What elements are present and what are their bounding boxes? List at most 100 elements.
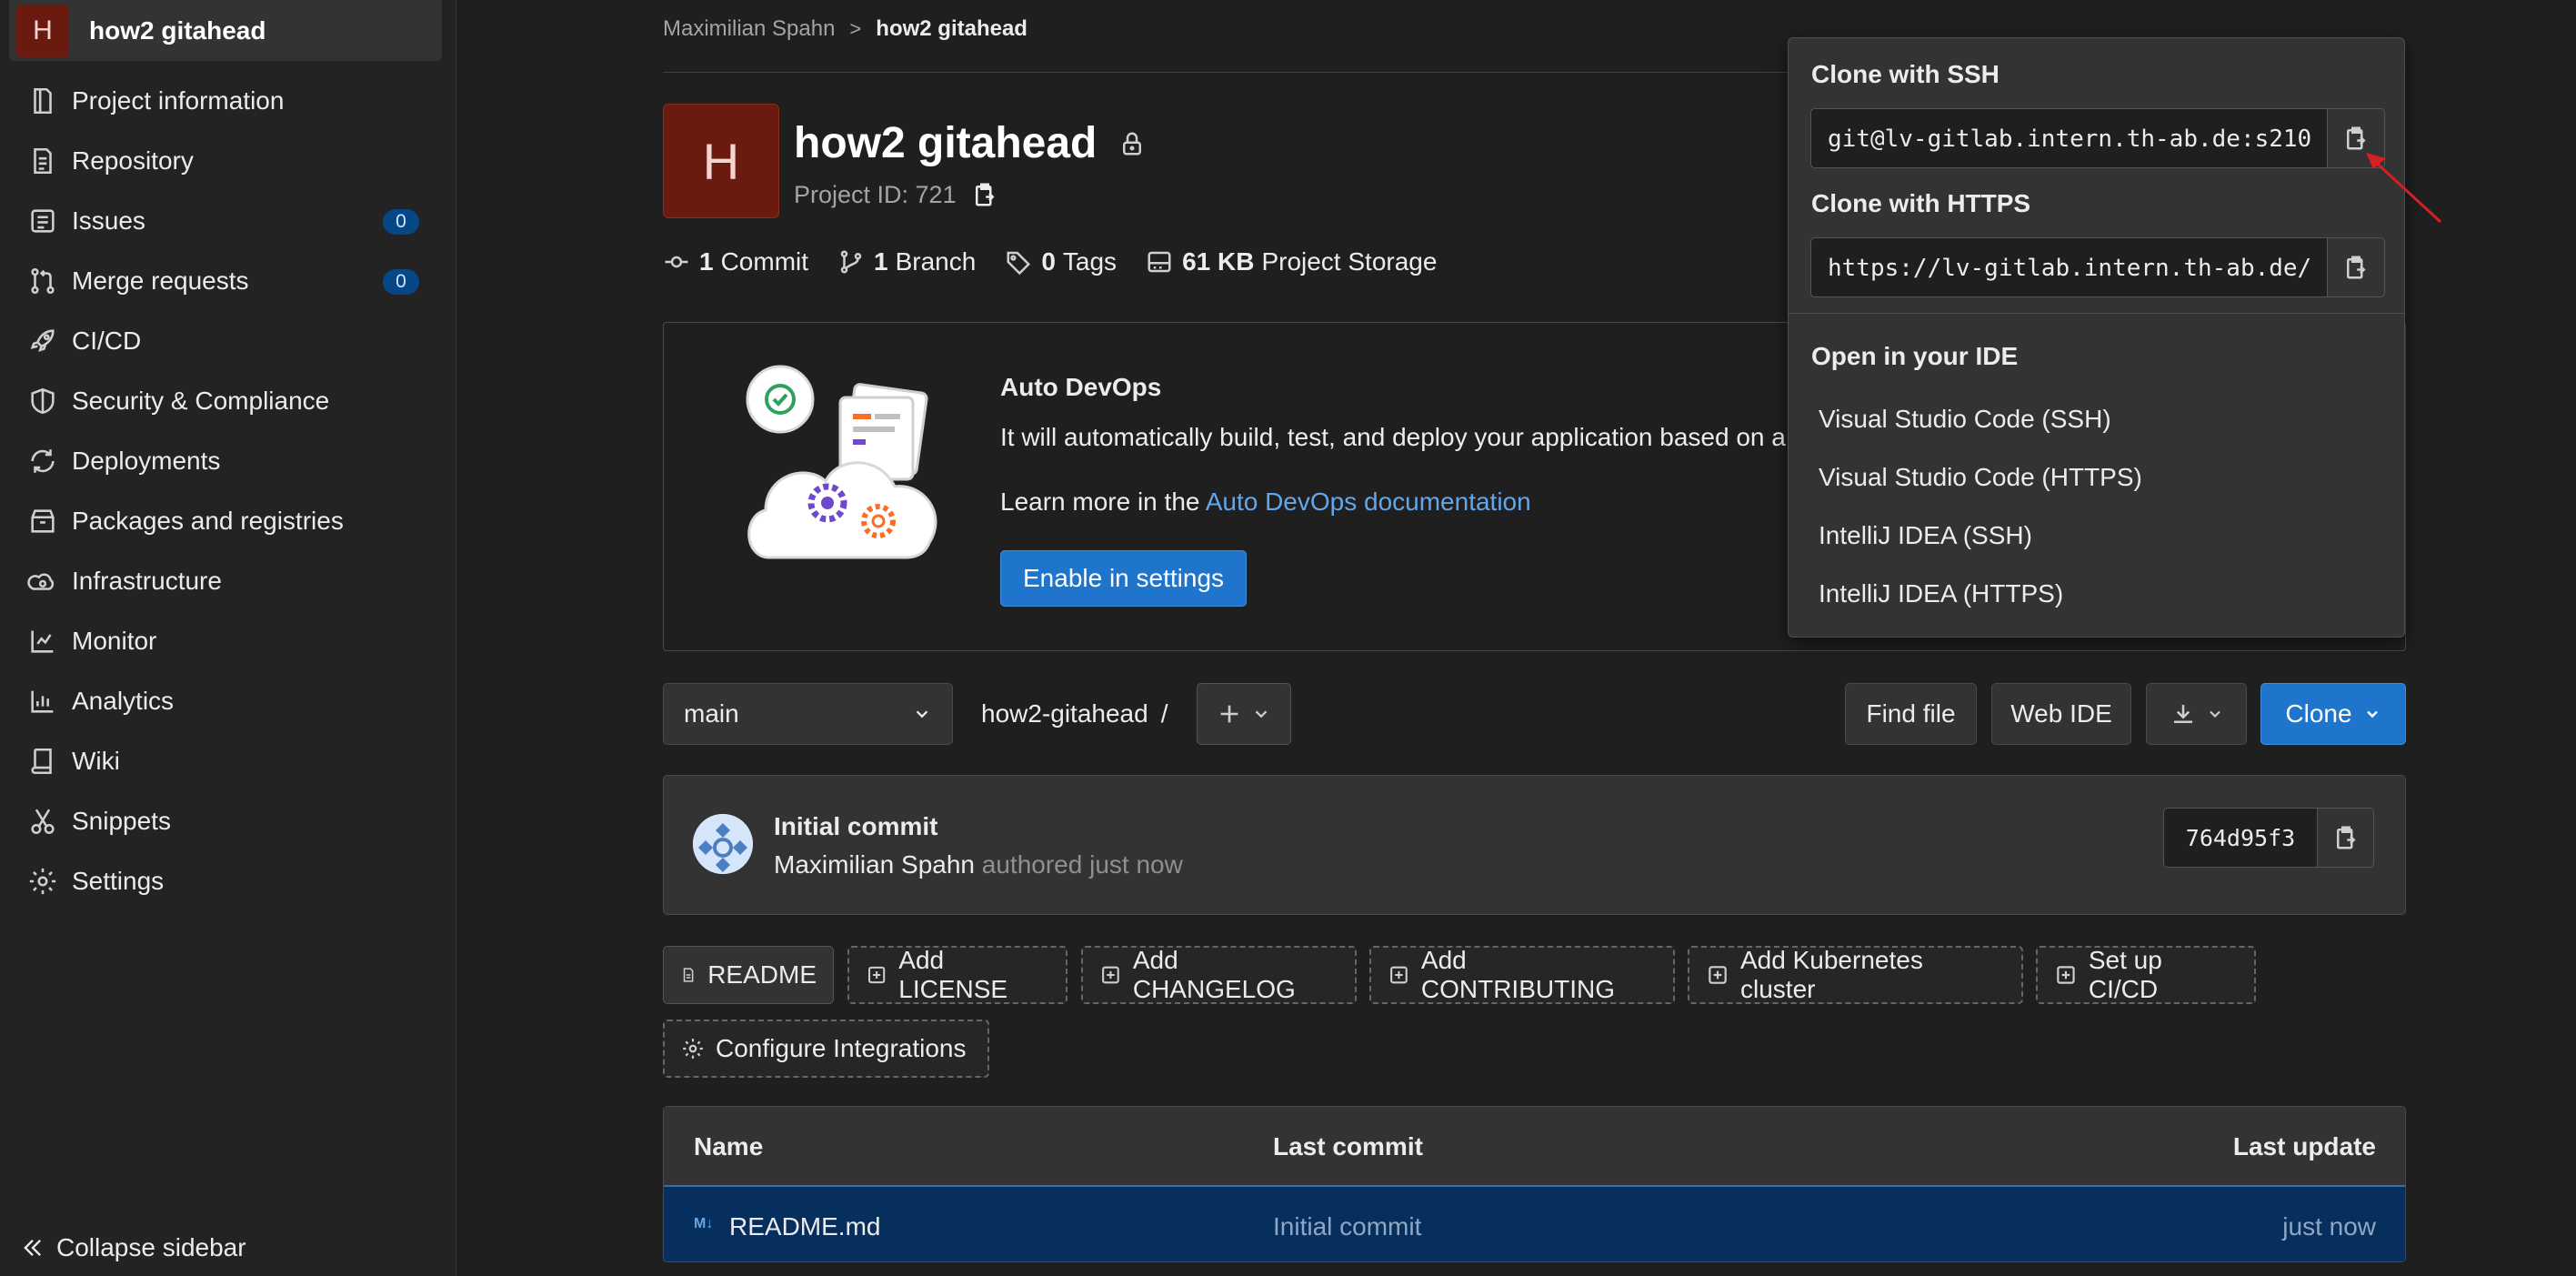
sidebar-item-cicd[interactable]: CI/CD bbox=[0, 311, 456, 371]
sidebar-project-header[interactable]: H how2 gitahead bbox=[9, 0, 442, 61]
ide-item-vscode-ssh[interactable]: Visual Studio Code (SSH) bbox=[1819, 405, 2111, 434]
add-kubernetes-label: Add Kubernetes cluster bbox=[1740, 946, 1923, 1003]
book-icon bbox=[31, 748, 52, 775]
ide-item-vscode-https[interactable]: Visual Studio Code (HTTPS) bbox=[1819, 463, 2142, 492]
project-id-text: Project ID: 721 bbox=[794, 180, 957, 208]
rocket-icon bbox=[30, 329, 55, 352]
sidebar-item-label: Monitor bbox=[72, 627, 157, 655]
find-file-button[interactable]: Find file bbox=[1845, 683, 1977, 745]
cloud-gear-icon bbox=[27, 573, 55, 590]
breadcrumb-separator: > bbox=[849, 17, 862, 40]
file-tree-table: Name Last commit Last update M↓ README.m… bbox=[663, 1106, 2406, 1262]
enable-in-settings-button[interactable]: Enable in settings bbox=[1000, 550, 1248, 607]
collapse-sidebar-button[interactable]: Collapse sidebar bbox=[20, 1233, 246, 1262]
add-kubernetes-button[interactable]: Add Kubernetes cluster bbox=[1688, 946, 2023, 1004]
commit-title[interactable]: Initial commit bbox=[774, 812, 937, 841]
table-row[interactable]: M↓ README.md Initial commit just now bbox=[664, 1185, 2405, 1261]
chevron-down-icon bbox=[1255, 710, 1268, 718]
gear-icon bbox=[683, 1039, 703, 1059]
branch-selector[interactable]: main bbox=[663, 683, 953, 745]
table-header: Name Last commit Last update bbox=[664, 1107, 2405, 1185]
plus-square-icon bbox=[1390, 966, 1408, 984]
sidebar-item-project-information[interactable]: Project information bbox=[0, 71, 456, 131]
clone-button[interactable]: Clone bbox=[2260, 683, 2406, 745]
storage-label: Project Storage bbox=[1261, 247, 1438, 276]
devops-docs-link[interactable]: Auto DevOps documentation bbox=[1206, 487, 1531, 516]
copy-icon bbox=[2347, 256, 2366, 279]
tags-stat[interactable]: 0 Tags bbox=[1005, 247, 1117, 276]
sidebar-item-wiki[interactable]: Wiki bbox=[0, 731, 456, 791]
commits-stat[interactable]: 1 Commit bbox=[663, 247, 808, 276]
web-ide-button[interactable]: Web IDE bbox=[1991, 683, 2131, 745]
package-icon bbox=[31, 509, 55, 533]
repository-icon bbox=[34, 147, 52, 175]
storage-stat[interactable]: 61 KB Project Storage bbox=[1146, 247, 1437, 276]
sidebar-item-issues[interactable]: Issues 0 bbox=[0, 191, 456, 251]
file-name[interactable]: README.md bbox=[729, 1212, 880, 1241]
sidebar-project-name: how2 gitahead bbox=[89, 15, 266, 45]
sidebar-item-label: Issues bbox=[72, 206, 145, 235]
configure-integrations-button[interactable]: Configure Integrations bbox=[663, 1020, 989, 1078]
commits-count: 1 bbox=[699, 247, 714, 276]
sidebar-item-analytics[interactable]: Analytics bbox=[0, 671, 456, 731]
clone-ssh-title: Clone with SSH bbox=[1811, 60, 2000, 88]
devops-learn-more: Learn more in the Auto DevOps documentat… bbox=[1000, 487, 1531, 517]
learn-more-prefix: Learn more in the bbox=[1000, 487, 1206, 516]
sidebar-item-snippets[interactable]: Snippets bbox=[0, 791, 456, 851]
sidebar-item-label: CI/CD bbox=[72, 327, 142, 355]
annotation-arrow bbox=[2366, 153, 2442, 224]
identicon-pattern bbox=[693, 814, 753, 874]
clone-https-url[interactable]: https://lv-gitlab.intern.th-ab.de/ bbox=[1810, 237, 2328, 297]
column-last-commit: Last commit bbox=[1273, 1132, 1423, 1160]
monitor-icon bbox=[31, 630, 54, 653]
add-license-button[interactable]: Add LICENSE bbox=[847, 946, 1067, 1004]
readme-button[interactable]: README bbox=[663, 946, 834, 1004]
tag-icon bbox=[1007, 251, 1031, 276]
project-title: how2 gitahead bbox=[794, 119, 1098, 167]
sidebar-item-label: Analytics bbox=[72, 687, 175, 715]
author-avatar[interactable] bbox=[693, 814, 753, 874]
branches-label: Branch bbox=[895, 247, 977, 276]
add-contributing-button[interactable]: Add CONTRIBUTING bbox=[1369, 946, 1675, 1004]
sidebar-item-label: Security & Compliance bbox=[72, 387, 330, 415]
clone-ssh-url[interactable]: git@lv-gitlab.intern.th-ab.de:s210 bbox=[1810, 108, 2328, 168]
tags-count: 0 bbox=[1041, 247, 1056, 276]
repo-path: how2-gitahead / bbox=[981, 699, 1168, 728]
deployments-icon bbox=[31, 449, 55, 473]
sidebar-item-security[interactable]: Security & Compliance bbox=[0, 371, 456, 431]
file-icon bbox=[683, 968, 694, 982]
last-commit-box: Initial commit Maximilian Spahn authored… bbox=[663, 775, 2406, 915]
sidebar-item-packages[interactable]: Packages and registries bbox=[0, 491, 456, 551]
sidebar-item-infrastructure[interactable]: Infrastructure bbox=[0, 551, 456, 611]
add-changelog-button[interactable]: Add CHANGELOG bbox=[1081, 946, 1357, 1004]
setup-cicd-label: Set up CI/CD bbox=[2088, 946, 2162, 1003]
sidebar-item-monitor[interactable]: Monitor bbox=[0, 611, 456, 671]
download-button[interactable] bbox=[2146, 683, 2247, 745]
sidebar-item-deployments[interactable]: Deployments bbox=[0, 431, 456, 491]
breadcrumb-parent[interactable]: Maximilian Spahn bbox=[663, 16, 835, 42]
sidebar-item-label: Wiki bbox=[72, 747, 120, 775]
issues-count-badge: 0 bbox=[383, 209, 419, 235]
repo-path-name[interactable]: how2-gitahead bbox=[981, 699, 1148, 728]
plus-square-icon bbox=[2057, 966, 2075, 984]
sidebar-item-repository[interactable]: Repository bbox=[0, 131, 456, 191]
sidebar-item-merge-requests[interactable]: Merge requests 0 bbox=[0, 251, 456, 311]
ide-item-intellij-https[interactable]: IntelliJ IDEA (HTTPS) bbox=[1819, 579, 2063, 608]
storage-icon bbox=[1148, 251, 1171, 273]
copy-sha-button[interactable] bbox=[2318, 808, 2374, 868]
plus-square-icon bbox=[1709, 966, 1727, 984]
commit-sha[interactable]: 764d95f3 bbox=[2163, 808, 2318, 868]
add-to-tree-button[interactable] bbox=[1197, 683, 1291, 745]
repo-toolbar: main how2-gitahead / Find file Web IDE Cl… bbox=[663, 683, 2406, 745]
branches-stat[interactable]: 1 Branch bbox=[837, 247, 976, 276]
file-last-commit[interactable]: Initial commit bbox=[1273, 1212, 1421, 1241]
commit-author[interactable]: Maximilian Spahn bbox=[774, 850, 975, 879]
copy-https-url-button[interactable] bbox=[2327, 237, 2385, 297]
clone-label: Clone bbox=[2285, 699, 2352, 728]
setup-cicd-button[interactable]: Set up CI/CD bbox=[2036, 946, 2256, 1004]
sidebar-item-settings[interactable]: Settings bbox=[0, 851, 456, 911]
ide-item-intellij-ssh[interactable]: IntelliJ IDEA (SSH) bbox=[1819, 521, 2032, 550]
breadcrumb-current[interactable]: how2 gitahead bbox=[876, 16, 1027, 42]
copy-project-id-icon[interactable] bbox=[971, 180, 998, 209]
page-title: how2 gitahead bbox=[794, 118, 1146, 168]
